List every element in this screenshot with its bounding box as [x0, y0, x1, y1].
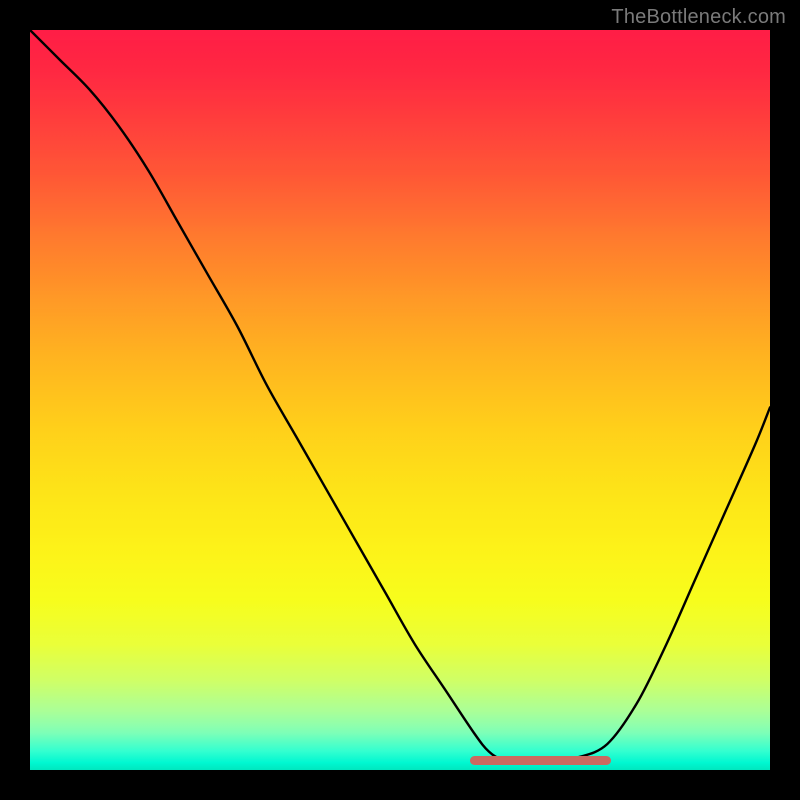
- plot-area: [30, 30, 770, 770]
- chart-frame: TheBottleneck.com: [0, 0, 800, 800]
- bottleneck-curve: [30, 30, 770, 770]
- site-watermark: TheBottleneck.com: [611, 6, 786, 29]
- optimal-range-marker: [470, 756, 611, 765]
